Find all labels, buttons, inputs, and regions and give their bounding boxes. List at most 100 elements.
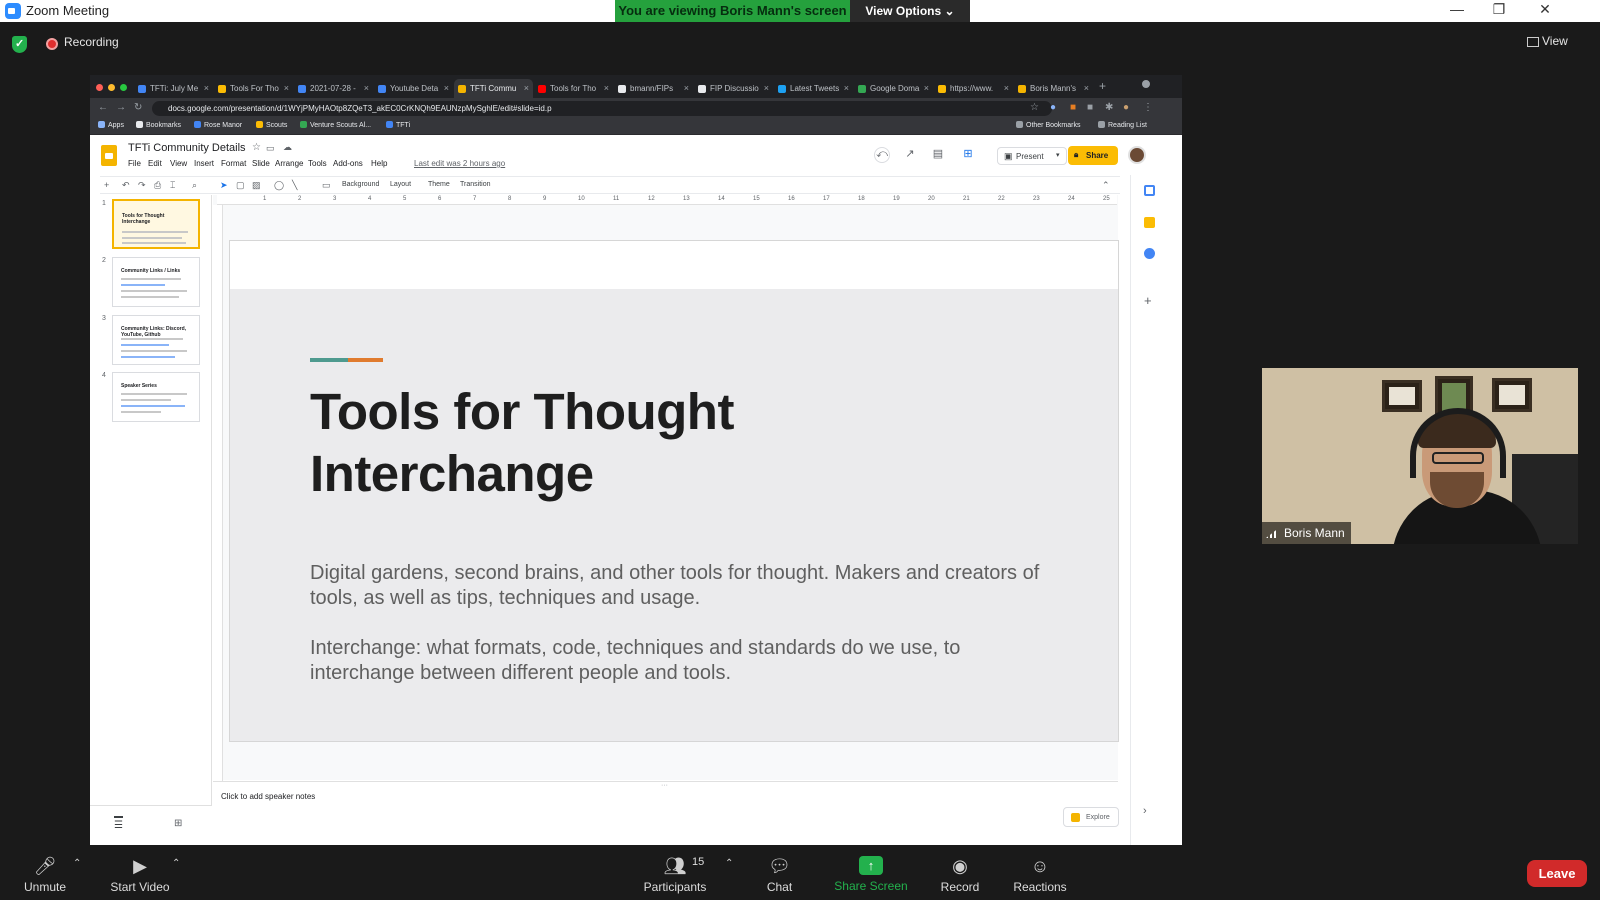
browser-tab[interactable]: https://www. × xyxy=(934,79,1013,98)
speaker-notes[interactable]: ··· Click to add speaker notes Explore xyxy=(213,781,1119,845)
browser-tab[interactable]: FIP Discussio × xyxy=(694,79,773,98)
close-window-icon[interactable] xyxy=(96,84,103,91)
new-slide-icon[interactable]: + xyxy=(104,180,109,190)
browser-tab[interactable]: Tools for Tho × xyxy=(534,79,613,98)
browser-tab[interactable]: Youtube Deta × xyxy=(374,79,453,98)
back-arrow-icon[interactable]: ← xyxy=(98,102,108,113)
collapse-toolbar-icon[interactable]: ⌃ xyxy=(1102,180,1110,191)
close-tab-icon[interactable]: × xyxy=(1004,83,1009,93)
comments-icon[interactable]: ▤ xyxy=(930,147,946,163)
slides-logo-icon[interactable] xyxy=(101,145,117,166)
puzzle-icon[interactable]: ✱ xyxy=(1105,102,1113,113)
close-tab-icon[interactable]: × xyxy=(684,83,689,93)
menu-item-edit[interactable]: Edit xyxy=(148,159,162,168)
slide-thumbnail[interactable]: Speaker Series xyxy=(112,372,200,422)
bookmark-scouts[interactable]: Scouts xyxy=(256,121,287,129)
resize-handle-icon[interactable]: ··· xyxy=(661,782,668,789)
background-button[interactable]: Background xyxy=(342,181,379,188)
minimize-icon[interactable]: — xyxy=(1442,1,1472,17)
slide-thumbnail[interactable]: Community Links / Links xyxy=(112,257,200,307)
browser-tab[interactable]: Tools For Tho × xyxy=(214,79,293,98)
menu-item-view[interactable]: View xyxy=(170,159,187,168)
chat-button[interactable]: 💬︎ Chat xyxy=(752,850,807,900)
version-history-icon[interactable]: ⤺ xyxy=(874,147,890,163)
browser-tab[interactable]: bmann/FIPs × xyxy=(614,79,693,98)
share-screen-button[interactable]: ↑ Share Screen xyxy=(826,850,916,900)
menu-item-tools[interactable]: Tools xyxy=(308,159,327,168)
chevron-right-icon[interactable]: › xyxy=(1143,805,1147,817)
new-tab-icon[interactable]: + xyxy=(1099,79,1106,93)
profile-icon[interactable]: ● xyxy=(1123,102,1129,113)
close-tab-icon[interactable]: × xyxy=(924,83,929,93)
print-icon[interactable]: ⎙ xyxy=(154,180,161,191)
shape-icon[interactable]: ◯ xyxy=(274,180,284,191)
browser-menu-icon[interactable]: ⋮ xyxy=(1143,102,1153,113)
activity-trend-icon[interactable]: ↗ xyxy=(902,147,918,163)
slide-title[interactable]: Tools for Thought Interchange xyxy=(310,381,1010,505)
reading-list[interactable]: Reading List xyxy=(1098,121,1147,129)
slide-thumbnail[interactable]: Community Links: Discord, YouTube, Githu… xyxy=(112,315,200,365)
keep-icon[interactable] xyxy=(1144,217,1155,228)
record-button[interactable]: ◉ Record xyxy=(930,850,990,900)
explore-button[interactable]: Explore xyxy=(1063,807,1119,827)
select-cursor-icon[interactable]: ➤ xyxy=(220,180,228,191)
text-box-icon[interactable]: ▢ xyxy=(236,180,245,191)
close-tab-icon[interactable]: × xyxy=(844,83,849,93)
close-tab-icon[interactable]: × xyxy=(524,83,529,93)
move-folder-icon[interactable]: ▭ xyxy=(266,143,275,154)
speaker-notes-placeholder[interactable]: Click to add speaker notes xyxy=(221,792,315,801)
menu-item-file[interactable]: File xyxy=(128,159,141,168)
menu-item-addons[interactable]: Add-ons xyxy=(333,159,363,168)
forward-arrow-icon[interactable]: → xyxy=(116,102,126,113)
view-options-button[interactable]: View Options ⌄ xyxy=(850,0,970,22)
view-button[interactable]: View xyxy=(1542,34,1568,48)
browser-tab[interactable]: TFTi Commu × xyxy=(454,79,533,98)
bookmark-bookmarks[interactable]: Bookmarks xyxy=(136,121,181,129)
line-icon[interactable]: ╲ xyxy=(292,180,297,191)
start-video-button[interactable]: ▶︎ Start Video xyxy=(100,850,180,900)
extension-icon[interactable]: ■ xyxy=(1087,102,1093,113)
bookmark-apps[interactable]: Apps xyxy=(98,121,124,129)
url-bar[interactable]: docs.google.com/presentation/d/1WYjPMyHA… xyxy=(152,101,1052,116)
star-icon[interactable]: ☆ xyxy=(252,142,261,153)
image-icon[interactable]: ▨ xyxy=(252,180,261,191)
close-icon[interactable]: ✕ xyxy=(1530,1,1560,18)
meet-icon[interactable]: ⊞ xyxy=(960,147,976,163)
paint-format-icon[interactable]: ⌶ xyxy=(170,180,175,191)
participant-video[interactable]: Boris Mann xyxy=(1262,368,1578,544)
chevron-up-icon[interactable]: ⌃ xyxy=(73,858,81,869)
list-view-icon[interactable]: ☰ xyxy=(114,816,123,831)
undo-icon[interactable]: ↶ xyxy=(122,180,130,191)
close-tab-icon[interactable]: × xyxy=(1084,83,1089,93)
present-button[interactable]: ▣ Present ▾ xyxy=(997,147,1067,165)
security-shield-icon[interactable] xyxy=(12,36,27,53)
comment-add-icon[interactable]: ▭ xyxy=(322,180,331,191)
slide-thumbnail[interactable]: Tools for Thought Interchange xyxy=(112,199,200,249)
avatar[interactable] xyxy=(1128,146,1146,164)
extension-icon[interactable]: ● xyxy=(1050,102,1056,113)
chevron-down-icon[interactable]: ▾ xyxy=(1056,151,1060,159)
transition-button[interactable]: Transition xyxy=(460,181,490,188)
menu-item-arrange[interactable]: Arrange xyxy=(275,159,303,168)
close-tab-icon[interactable]: × xyxy=(364,83,369,93)
restore-icon[interactable]: ❐ xyxy=(1484,1,1514,18)
theme-button[interactable]: Theme xyxy=(428,181,450,188)
close-tab-icon[interactable]: × xyxy=(444,83,449,93)
grid-view-icon[interactable]: ⊞ xyxy=(174,818,182,829)
close-tab-icon[interactable]: × xyxy=(604,83,609,93)
slide-body-paragraph[interactable]: Digital gardens, second brains, and othe… xyxy=(310,561,1070,611)
menu-item-insert[interactable]: Insert xyxy=(194,159,214,168)
unmute-button[interactable]: 🎤︎ Unmute xyxy=(15,850,75,900)
bookmark-tfti[interactable]: TFTi xyxy=(386,121,410,129)
bookmark-star-icon[interactable]: ☆ xyxy=(1030,102,1039,113)
zoom-icon[interactable]: ⌕ xyxy=(192,180,197,191)
share-button[interactable]: 🔒︎ Share xyxy=(1068,146,1118,165)
reactions-button[interactable]: ☺ Reactions xyxy=(1005,850,1075,900)
add-addon-icon[interactable]: + xyxy=(1144,293,1152,308)
other-bookmarks[interactable]: Other Bookmarks xyxy=(1016,121,1080,129)
layout-button[interactable]: Layout xyxy=(390,181,411,188)
menu-item-format[interactable]: Format xyxy=(221,159,246,168)
menu-item-help[interactable]: Help xyxy=(371,159,387,168)
minimize-window-icon[interactable] xyxy=(108,84,115,91)
zoom-window-icon[interactable] xyxy=(120,84,127,91)
